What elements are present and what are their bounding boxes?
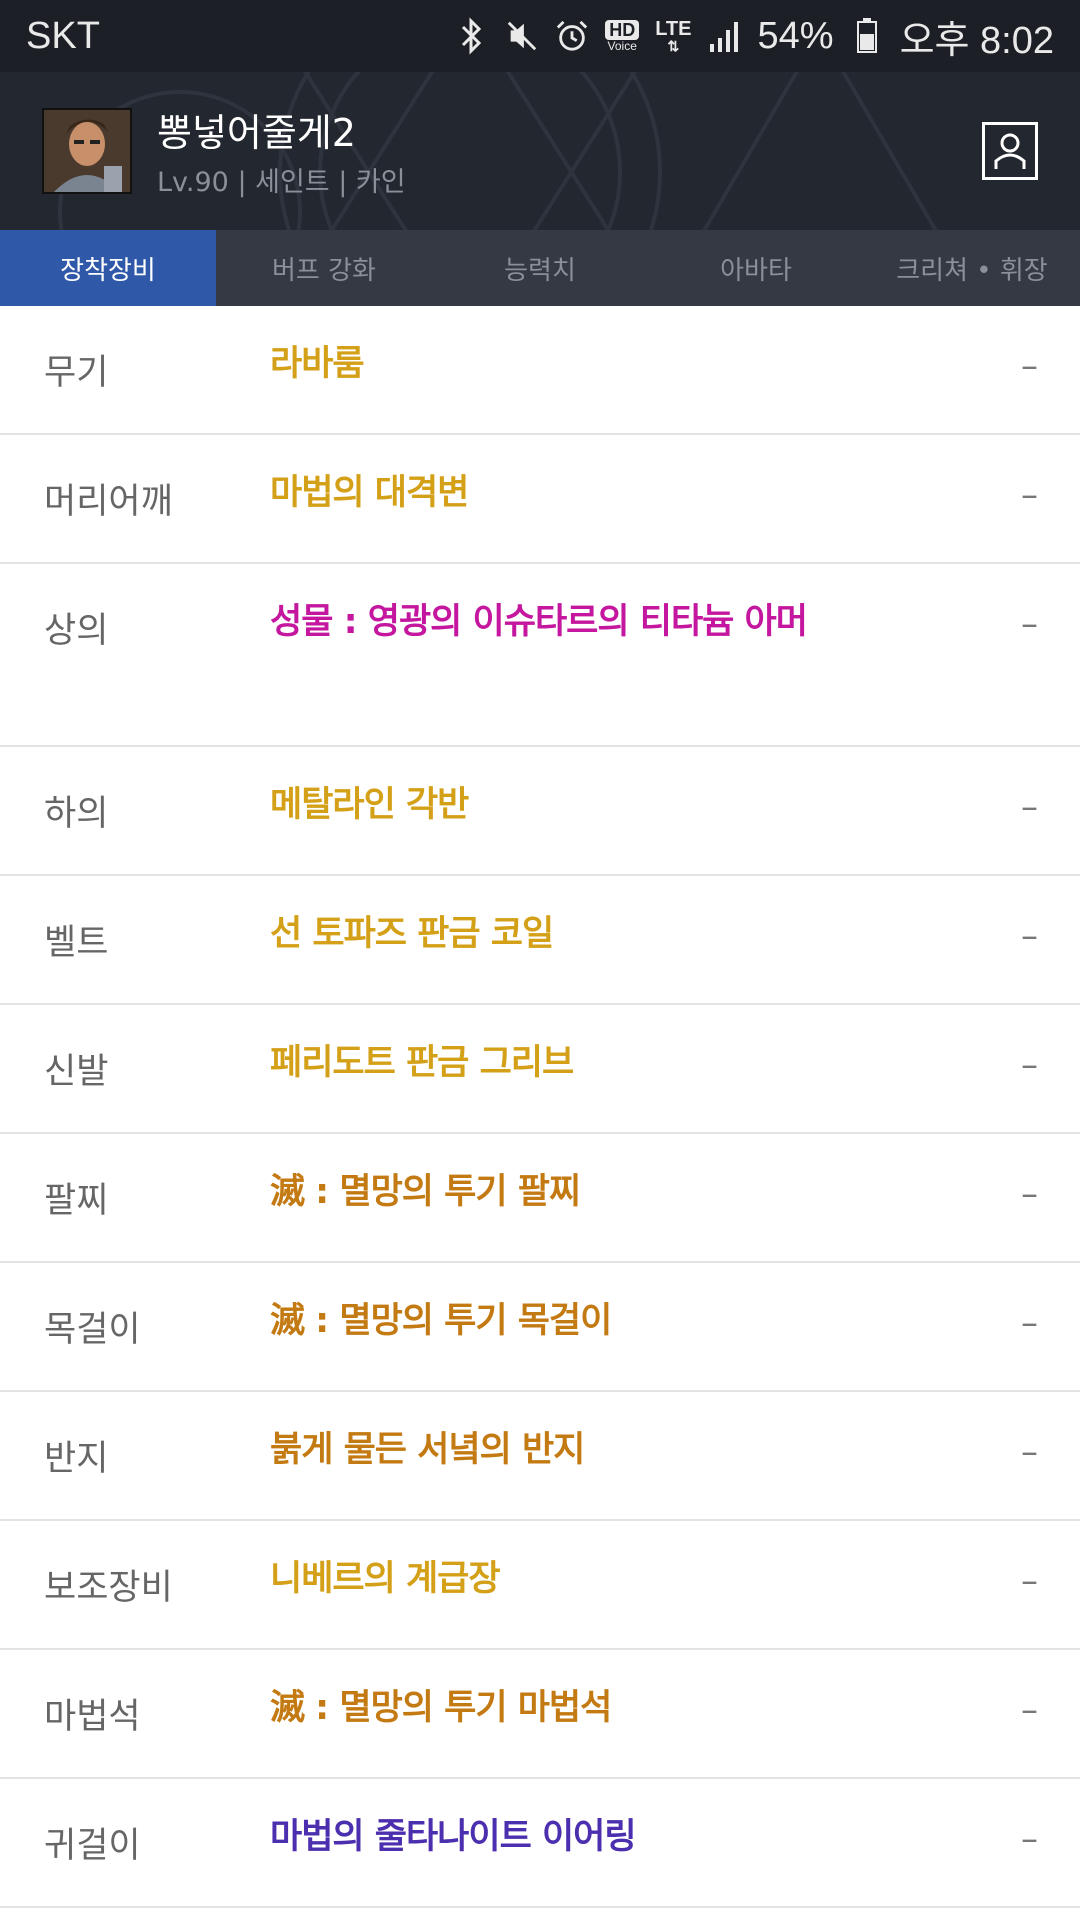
item-extra: –	[1021, 1561, 1038, 1601]
item-extra: –	[1021, 1819, 1038, 1859]
equipment-list: 무기 라바룸 – 머리어깨 마법의 대격변 – 상의 성물 : 영광의 이슈타르…	[0, 306, 1080, 1908]
slot-label: 무기	[44, 353, 109, 393]
voice-label: Voice	[607, 39, 637, 53]
slot-label: 신발	[44, 1052, 109, 1092]
signal-icon	[708, 16, 742, 56]
hd-voice-icon: HD Voice	[605, 20, 640, 53]
equipment-row-belt[interactable]: 벨트 선 토파즈 판금 코일 –	[0, 876, 1080, 1005]
item-name: 滅 : 멸망의 투기 마법석	[270, 1688, 612, 1728]
equipment-row-shoes[interactable]: 신발 페리도트 판금 그리브 –	[0, 1005, 1080, 1134]
status-bar: SKT HD Voice LTE ⇅ 54% 오후 8:02	[0, 0, 1080, 72]
slot-label: 반지	[44, 1439, 109, 1479]
clock: 오후 8:02	[899, 19, 1054, 62]
item-extra: –	[1021, 1303, 1038, 1343]
item-name: 성물 : 영광의 이슈타르의 티타늄 아머	[270, 602, 808, 642]
slot-label: 팔찌	[44, 1181, 109, 1221]
character-avatar	[42, 108, 132, 194]
item-extra: –	[1021, 1432, 1038, 1472]
alarm-icon	[555, 16, 589, 56]
battery-icon	[850, 16, 884, 56]
slot-label: 머리어깨	[44, 482, 173, 522]
person-icon	[994, 133, 1026, 169]
lte-label: LTE	[655, 18, 692, 40]
slot-label: 상의	[44, 611, 109, 651]
item-extra: –	[1021, 1045, 1038, 1085]
tab-equipment[interactable]: 장착장비	[0, 230, 216, 306]
lte-icon: LTE ⇅	[655, 18, 692, 54]
tab-avatar[interactable]: 아바타	[648, 230, 864, 306]
equipment-row-ring[interactable]: 반지 붉게 물든 서녘의 반지 –	[0, 1392, 1080, 1521]
item-name: 선 토파즈 판금 코일	[270, 914, 554, 954]
equipment-row-head-shoulder[interactable]: 머리어깨 마법의 대격변 –	[0, 435, 1080, 564]
item-name: 니베르의 계급장	[270, 1559, 501, 1599]
tab-buff-enhance[interactable]: 버프 강화	[216, 230, 432, 306]
character-name: 뽕넣어줄게2	[157, 111, 356, 155]
slot-label: 보조장비	[44, 1568, 173, 1608]
equipment-row-top[interactable]: 상의 성물 : 영광의 이슈타르의 티타늄 아머 –	[0, 564, 1080, 747]
tab-bar: 장착장비 버프 강화 능력치 아바타 크리쳐 • 휘장	[0, 230, 1080, 306]
item-name: 메탈라인 각반	[270, 785, 469, 825]
equipment-row-support[interactable]: 보조장비 니베르의 계급장 –	[0, 1521, 1080, 1650]
item-extra: –	[1021, 475, 1038, 515]
slot-label: 목걸이	[44, 1310, 141, 1350]
item-extra: –	[1021, 346, 1038, 386]
item-name: 滅 : 멸망의 투기 목걸이	[270, 1301, 612, 1341]
mute-icon	[505, 16, 539, 56]
item-name: 페리도트 판금 그리브	[270, 1043, 574, 1083]
item-name: 滅 : 멸망의 투기 팔찌	[270, 1172, 581, 1212]
equipment-row-bottom[interactable]: 하의 메탈라인 각반 –	[0, 747, 1080, 876]
equipment-row-earring[interactable]: 귀걸이 마법의 줄타나이트 이어링 –	[0, 1779, 1080, 1908]
character-info: Lv.90 | 세인트 | 카인	[157, 167, 406, 198]
item-extra: –	[1021, 787, 1038, 827]
item-name: 마법의 줄타나이트 이어링	[270, 1817, 637, 1857]
battery-percent: 54%	[757, 14, 834, 57]
equipment-row-bracelet[interactable]: 팔찌 滅 : 멸망의 투기 팔찌 –	[0, 1134, 1080, 1263]
item-name: 라바룸	[270, 344, 365, 384]
item-extra: –	[1021, 1690, 1038, 1730]
carrier-label: SKT	[26, 14, 100, 57]
hd-label: HD	[605, 20, 640, 40]
status-icons: HD Voice LTE ⇅ 54% 오후 8:02	[455, 9, 1054, 64]
character-header: 뽕넣어줄게2 Lv.90 | 세인트 | 카인	[0, 72, 1080, 230]
item-name: 붉게 물든 서녘의 반지	[270, 1430, 585, 1470]
slot-label: 벨트	[44, 923, 109, 963]
item-extra: –	[1021, 604, 1038, 644]
profile-button[interactable]	[982, 122, 1038, 180]
item-extra: –	[1021, 1174, 1038, 1214]
slot-label: 마법석	[44, 1697, 141, 1737]
equipment-row-necklace[interactable]: 목걸이 滅 : 멸망의 투기 목걸이 –	[0, 1263, 1080, 1392]
equipment-row-magic-stone[interactable]: 마법석 滅 : 멸망의 투기 마법석 –	[0, 1650, 1080, 1779]
equipment-row-weapon[interactable]: 무기 라바룸 –	[0, 306, 1080, 435]
slot-label: 하의	[44, 794, 109, 834]
item-extra: –	[1021, 916, 1038, 956]
item-name: 마법의 대격변	[270, 473, 469, 513]
bluetooth-icon	[455, 16, 489, 56]
tab-creature-emblem[interactable]: 크리쳐 • 휘장	[864, 230, 1080, 306]
slot-label: 귀걸이	[44, 1826, 141, 1866]
tab-stats[interactable]: 능력치	[432, 230, 648, 306]
